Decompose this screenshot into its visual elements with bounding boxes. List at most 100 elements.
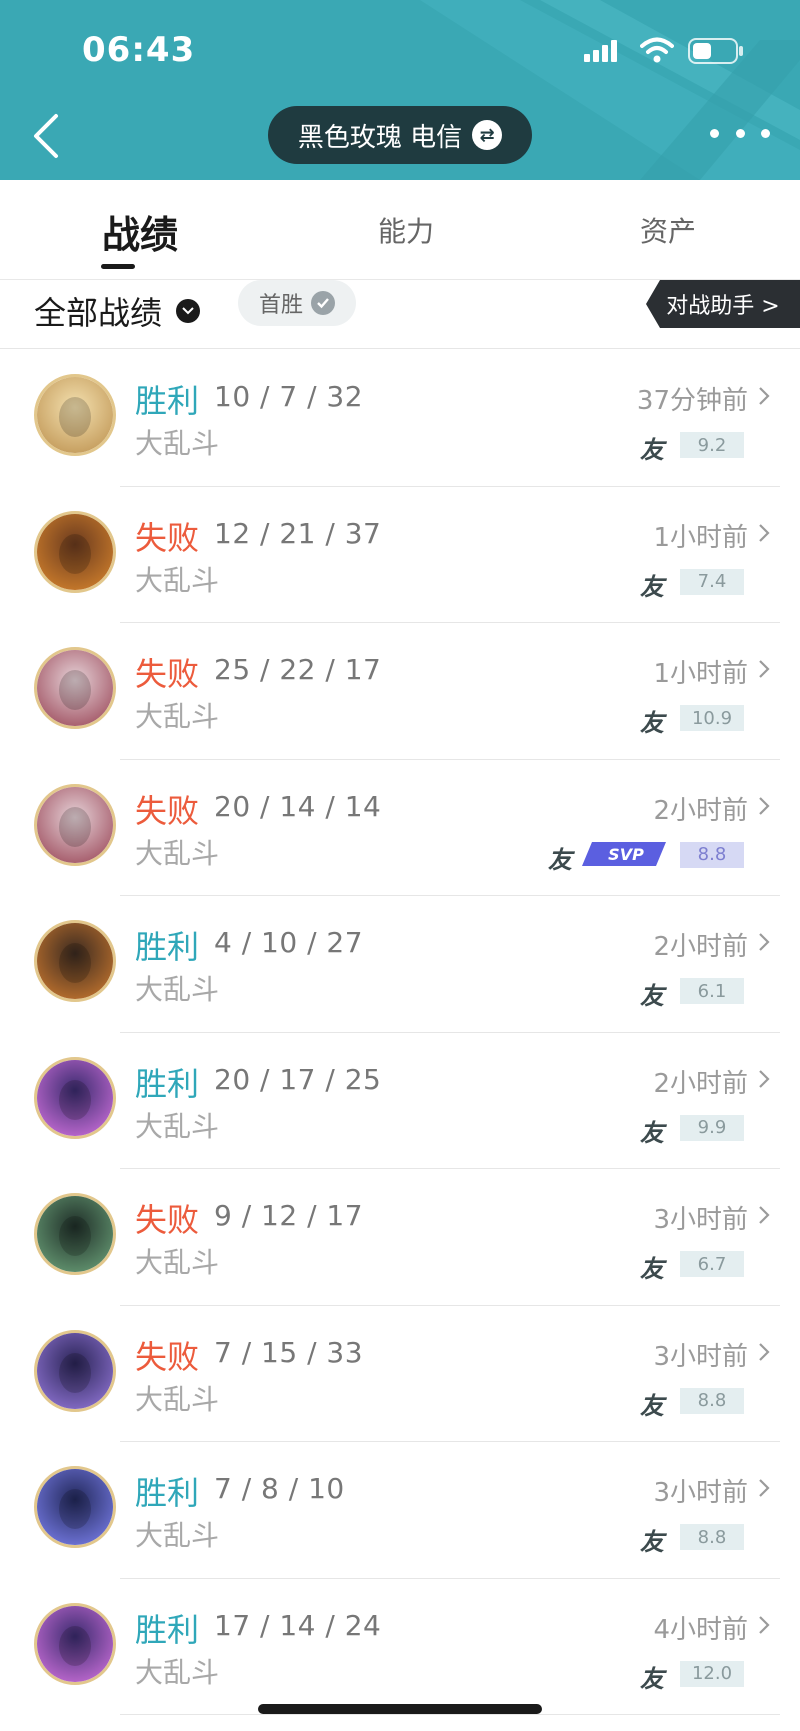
account-title: 黑色玫瑰 电信 [297,122,463,153]
svp-label: SVP [608,845,644,864]
record-filter-dropdown[interactable]: 全部战绩 [34,288,201,334]
match-time: 1小时前 [653,659,748,689]
match-score: 6.1 [680,978,744,1004]
friend-badge: 友 [640,572,664,601]
match-row[interactable]: 失败 20 / 14 / 14 大乱斗 2小时前 友 SVP 8.8 [0,760,800,896]
match-score: 7.4 [680,568,744,595]
app-header: 06:43 黑色玫瑰 电信 ⇄ [0,0,800,180]
match-score: 9.9 [680,1114,744,1141]
match-row[interactable]: 胜利 7 / 8 / 10 大乱斗 3小时前 友 8.8 [0,1442,800,1579]
chevron-right-icon [759,1479,770,1497]
match-result: 胜利 [135,1610,200,1649]
match-mode: 大乱斗 [135,1382,220,1416]
match-mode: 大乱斗 [135,1246,220,1279]
back-button[interactable] [28,108,68,164]
match-time: 3小时前 [653,1478,748,1508]
tab-bar: 战绩 能力 资产 [0,180,800,280]
champion-avatar [34,1193,116,1275]
match-kda: 12 / 21 / 37 [214,516,382,550]
match-result: 胜利 [135,928,200,966]
battle-assistant-button[interactable]: 对战助手 > [646,280,800,328]
match-time: 2小时前 [653,1068,748,1099]
match-row[interactable]: 失败 25 / 22 / 17 大乱斗 1小时前 友 10.9 [0,623,800,760]
tab-assets[interactable]: 资产 [640,210,696,250]
row-divider [120,1714,780,1715]
chevron-right-icon [759,796,770,815]
match-mode: 大乱斗 [135,563,220,597]
active-tab-indicator [101,264,135,269]
friend-badge: 友 [640,1255,664,1283]
match-mode: 大乱斗 [135,427,220,460]
match-time: 37分钟前 [636,386,748,416]
chevron-right-icon [759,523,770,542]
match-time: 3小时前 [653,1341,748,1372]
match-mode: 大乱斗 [135,1109,220,1143]
status-time: 06:43 [82,30,196,70]
match-kda: 7 / 8 / 10 [214,1472,345,1505]
match-score: 8.8 [680,1387,744,1414]
match-time: 3小时前 [653,1205,748,1235]
account-switcher[interactable]: 黑色玫瑰 电信 ⇄ [268,106,532,164]
chevron-down-icon [176,299,201,323]
wifi-icon [640,37,674,63]
match-score: 8.8 [680,841,744,868]
match-row[interactable]: 胜利 17 / 14 / 24 大乱斗 4小时前 友 12.0 [0,1579,800,1715]
friend-badge: 友 [640,1391,664,1420]
match-time: 4小时前 [653,1614,748,1645]
match-row[interactable]: 失败 12 / 21 / 37 大乱斗 1小时前 友 7.4 [0,487,800,623]
divider [0,348,800,349]
match-kda: 25 / 22 / 17 [214,653,382,686]
match-result: 失败 [135,1201,200,1239]
tab-record[interactable]: 战绩 [102,204,178,259]
record-filter-label: 全部战绩 [34,294,163,332]
champion-avatar [34,374,116,456]
first-win-label: 首胜 [258,293,303,318]
match-mode: 大乱斗 [135,1519,220,1552]
match-time: 2小时前 [653,932,748,962]
match-kda: 4 / 10 / 27 [214,926,364,959]
friend-badge: 友 [640,436,664,464]
match-result: 失败 [135,791,200,830]
match-row[interactable]: 胜利 20 / 17 / 25 大乱斗 2小时前 友 9.9 [0,1033,800,1169]
match-score: 9.2 [680,432,744,458]
match-mode: 大乱斗 [135,973,220,1006]
match-result: 胜利 [135,1474,200,1512]
filter-bar: 全部战绩 首胜 对战助手 > [0,280,800,348]
match-row[interactable]: 胜利 10 / 7 / 32 大乱斗 37分钟前 友 9.2 [0,350,800,487]
match-time: 1小时前 [653,522,748,553]
home-indicator[interactable] [258,1704,542,1714]
match-kda: 20 / 17 / 25 [214,1062,382,1096]
more-dot-icon [761,128,770,138]
match-kda: 7 / 15 / 33 [214,1335,364,1369]
chevron-right-icon [759,660,770,678]
match-list: 胜利 10 / 7 / 32 大乱斗 37分钟前 友 9.2 失败 12 / 2… [0,350,800,1715]
match-row[interactable]: 胜利 4 / 10 / 27 大乱斗 2小时前 友 6.1 [0,896,800,1033]
match-score: 8.8 [680,1524,744,1550]
match-row[interactable]: 失败 9 / 12 / 17 大乱斗 3小时前 友 6.7 [0,1169,800,1306]
chevron-right-icon [759,1615,770,1634]
match-kda: 20 / 14 / 14 [214,789,382,823]
match-score: 10.9 [680,705,744,731]
match-result: 失败 [135,1337,200,1376]
battery-icon [688,38,743,64]
more-dot-icon [735,128,745,138]
match-result: 胜利 [135,1064,200,1103]
match-kda: 9 / 12 / 17 [214,1199,364,1232]
champion-avatar [34,647,116,729]
champion-avatar [34,1466,116,1548]
friend-badge: 友 [640,709,664,737]
friend-badge: 友 [640,1118,664,1147]
chevron-right-icon [759,1342,770,1361]
tab-ability[interactable]: 能力 [378,210,434,250]
chevron-right-icon [759,387,770,405]
champion-avatar [34,1602,116,1685]
first-win-filter[interactable]: 首胜 [238,280,356,326]
champion-avatar [34,1056,116,1139]
friend-badge: 友 [640,1664,664,1693]
signal-icon [584,40,617,62]
champion-avatar [34,1329,116,1412]
match-kda: 10 / 7 / 32 [214,380,364,413]
match-score: 12.0 [680,1660,744,1687]
more-menu-button[interactable] [710,118,770,148]
match-row[interactable]: 失败 7 / 15 / 33 大乱斗 3小时前 友 8.8 [0,1306,800,1442]
